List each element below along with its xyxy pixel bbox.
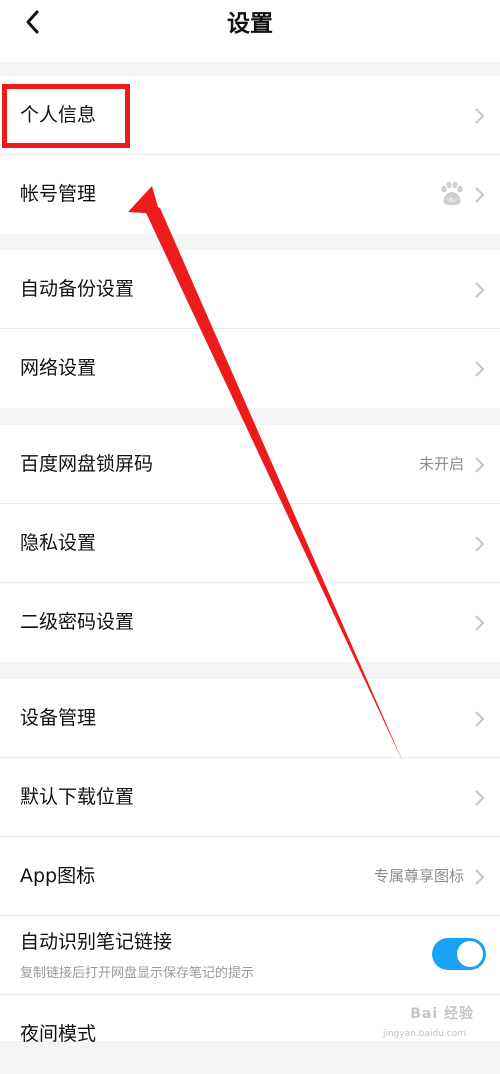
- settings-item-label: 二级密码设置: [20, 611, 135, 633]
- settings-item-label: 帐号管理: [20, 183, 97, 205]
- settings-item-secondary-password[interactable]: 二级密码设置: [0, 583, 500, 662]
- settings-item-note-link-detection: 自动识别笔记链接 复制链接后打开网盘显示保存笔记的提示: [0, 916, 500, 995]
- svg-text:du: du: [448, 197, 456, 204]
- settings-item-download-location[interactable]: 默认下载位置: [0, 758, 500, 837]
- note-link-toggle[interactable]: [432, 938, 486, 970]
- settings-item-label: 网络设置: [20, 357, 97, 379]
- settings-item-network[interactable]: 网络设置: [0, 329, 500, 408]
- settings-group-security: 百度网盘锁屏码 未开启 隐私设置 二级密码设置: [0, 425, 500, 662]
- settings-item-account-management[interactable]: 帐号管理 du: [0, 155, 500, 234]
- chevron-right-icon: [475, 869, 485, 885]
- settings-group-backup: 自动备份设置 网络设置: [0, 250, 500, 408]
- settings-item-auto-backup[interactable]: 自动备份设置: [0, 250, 500, 329]
- settings-item-night-mode[interactable]: 夜间模式: [0, 995, 500, 1074]
- settings-item-subtitle: 复制链接后打开网盘显示保存笔记的提示: [20, 966, 255, 981]
- chevron-right-icon: [475, 282, 485, 298]
- settings-item-label: 默认下载位置: [20, 786, 135, 808]
- chevron-right-icon: [475, 108, 485, 124]
- chevron-right-icon: [475, 536, 485, 552]
- settings-item-label: 夜间模式: [20, 1023, 97, 1045]
- page-title: 设置: [227, 11, 273, 37]
- settings-item-label: 隐私设置: [20, 532, 97, 554]
- chevron-right-icon: [475, 187, 485, 203]
- baidu-paw-icon: du: [441, 181, 463, 206]
- settings-group-account: 个人信息 帐号管理 du: [0, 76, 500, 234]
- chevron-right-icon: [475, 361, 485, 377]
- toggle-knob: [457, 941, 483, 967]
- settings-item-app-icon[interactable]: App图标 专属尊享图标: [0, 837, 500, 916]
- settings-item-lock-screen-code[interactable]: 百度网盘锁屏码 未开启: [0, 425, 500, 504]
- settings-item-label: 设备管理: [20, 707, 97, 729]
- settings-item-personal-info[interactable]: 个人信息: [0, 76, 500, 155]
- status-value: 专属尊享图标: [373, 867, 464, 885]
- chevron-right-icon: [475, 711, 485, 727]
- chevron-right-icon: [475, 615, 485, 631]
- top-bar: 设置: [0, 0, 500, 62]
- settings-item-label: 百度网盘锁屏码: [20, 453, 154, 475]
- settings-item-label: 自动备份设置: [20, 278, 135, 300]
- settings-group-general: 设备管理 默认下载位置 App图标 专属尊享图标 自动识别笔记链接 复制链接后打…: [0, 679, 500, 1045]
- settings-item-privacy[interactable]: 隐私设置: [0, 504, 500, 583]
- settings-item-label: 个人信息: [20, 104, 97, 126]
- chevron-right-icon: [475, 790, 485, 806]
- status-value: 未开启: [418, 455, 464, 473]
- settings-item-label: App图标: [20, 865, 96, 887]
- chevron-right-icon: [475, 457, 485, 473]
- settings-item-label: 自动识别笔记链接: [20, 931, 173, 953]
- settings-item-device-management[interactable]: 设备管理: [0, 679, 500, 758]
